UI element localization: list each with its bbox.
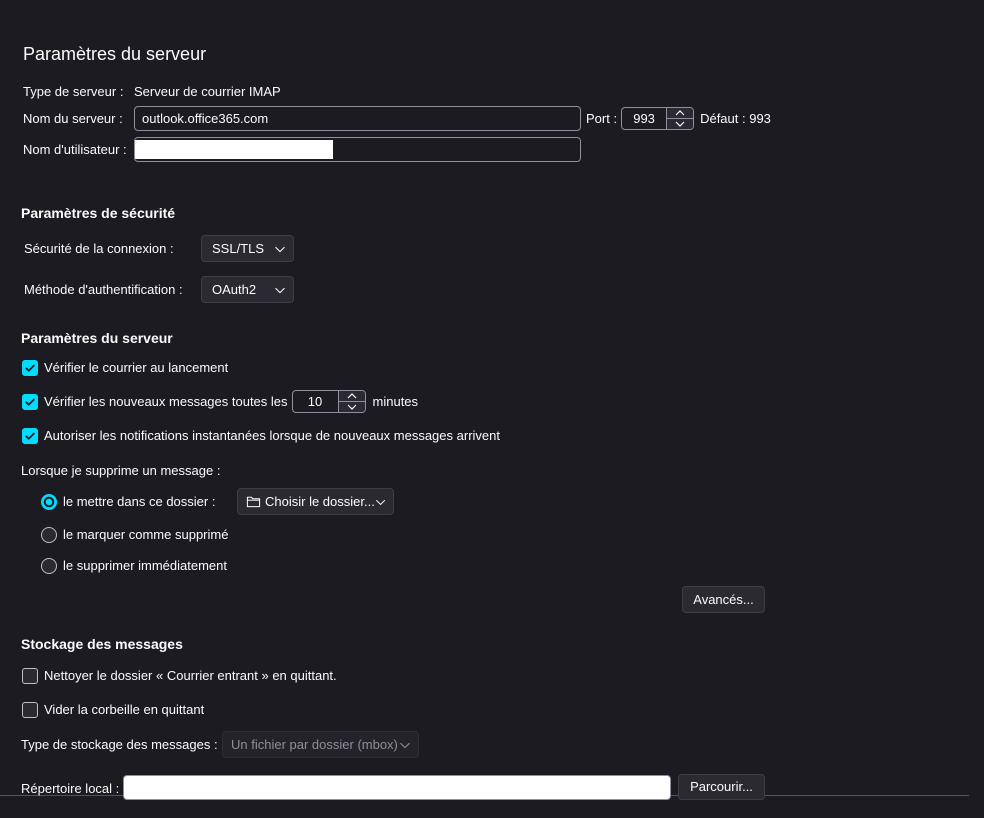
- chevron-down-icon: [375, 499, 385, 505]
- server-name-input[interactable]: outlook.office365.com: [134, 106, 581, 131]
- chevron-up-icon: [347, 393, 356, 399]
- default-port-label: Défaut : 993: [700, 110, 771, 126]
- server-type-row: Type de serveur : Serveur de courrier IM…: [23, 83, 281, 101]
- empty-trash-checkbox[interactable]: [22, 702, 38, 718]
- auth-method-value: OAuth2: [212, 281, 257, 297]
- username-label: Nom d'utilisateur :: [23, 141, 127, 157]
- checkmark-icon: [25, 432, 35, 440]
- advanced-button-label: Avancés...: [693, 591, 754, 607]
- security-heading: Paramètres de sécurité: [21, 205, 176, 221]
- delete-option-remove-label[interactable]: le supprimer immédiatement: [63, 557, 227, 575]
- port-decrement-button[interactable]: [667, 118, 694, 129]
- local-directory-input[interactable]: [123, 774, 671, 800]
- auth-method-dropdown[interactable]: OAuth2: [201, 276, 294, 303]
- delete-heading: Lorsque je supprime un message :: [21, 463, 221, 478]
- check-on-startup-label[interactable]: Vérifier le courrier au lancement: [44, 359, 228, 377]
- check-interval-spinbox[interactable]: 10: [291, 390, 366, 413]
- server-name-row: Nom du serveur : outlook.office365.com P…: [23, 106, 771, 131]
- delete-option-mark-label[interactable]: le marquer comme supprimé: [63, 526, 228, 544]
- port-spinbox[interactable]: 993: [621, 107, 695, 130]
- connection-security-row: Sécurité de la connexion : SSL/TLS: [24, 235, 294, 262]
- port-value[interactable]: 993: [622, 108, 666, 129]
- delete-heading-row: Lorsque je supprime un message :: [21, 462, 220, 480]
- check-interval-checkbox[interactable]: [22, 393, 38, 410]
- username-redaction: [135, 140, 333, 159]
- local-directory-row: Répertoire local : Parcourir...: [21, 774, 765, 800]
- checkmark-icon: [25, 398, 35, 406]
- local-directory-label: Répertoire local :: [21, 780, 120, 796]
- store-type-row: Type de stockage des messages : Un fichi…: [21, 731, 419, 758]
- delete-option-move-row: le mettre dans ce dossier : Choisir le d…: [41, 488, 394, 515]
- connection-security-dropdown[interactable]: SSL/TLS: [201, 235, 294, 262]
- port-spin-buttons: [666, 108, 694, 129]
- push-notifications-label[interactable]: Autoriser les notifications instantanées…: [44, 427, 500, 445]
- check-interval-value[interactable]: 10: [293, 391, 338, 412]
- chevron-down-icon: [275, 287, 285, 293]
- cleanup-inbox-label[interactable]: Nettoyer le dossier « Courrier entrant »…: [44, 667, 337, 685]
- delete-option-remove-row: le supprimer immédiatement: [41, 557, 227, 575]
- storage-heading: Stockage des messages: [21, 636, 183, 652]
- folder-icon: [246, 496, 261, 508]
- empty-trash-row: Vider la corbeille en quittant: [22, 701, 204, 719]
- check-interval-row: Vérifier les nouveaux messages toutes le…: [22, 390, 418, 413]
- connection-security-value: SSL/TLS: [212, 240, 265, 256]
- check-interval-decrement-button[interactable]: [338, 401, 365, 412]
- empty-trash-label[interactable]: Vider la corbeille en quittant: [44, 701, 204, 719]
- chevron-down-icon: [347, 404, 356, 410]
- server-settings-heading: Paramètres du serveur: [21, 330, 173, 346]
- browse-button-label: Parcourir...: [690, 779, 753, 794]
- folder-picker-button[interactable]: Choisir le dossier...: [237, 488, 394, 515]
- server-type-label: Type de serveur :: [23, 84, 124, 99]
- chevron-up-icon: [675, 110, 685, 116]
- auth-method-row: Méthode d'authentification : OAuth2: [24, 276, 294, 303]
- check-interval-increment-button[interactable]: [339, 391, 365, 401]
- chevron-down-icon: [675, 121, 685, 127]
- browse-button[interactable]: Parcourir...: [678, 774, 765, 800]
- advanced-button[interactable]: Avancés...: [682, 586, 765, 613]
- cleanup-inbox-checkbox[interactable]: [22, 668, 38, 684]
- store-type-dropdown: Un fichier par dossier (mbox): [222, 731, 419, 758]
- store-type-value: Un fichier par dossier (mbox): [231, 736, 398, 752]
- advanced-button-row: Avancés...: [682, 586, 765, 613]
- delete-option-remove-radio[interactable]: [41, 558, 57, 574]
- checkmark-icon: [25, 364, 35, 372]
- username-row: Nom d'utilisateur :: [23, 137, 581, 162]
- check-interval-spin-buttons: [337, 391, 365, 412]
- push-notifications-checkbox[interactable]: [22, 428, 38, 444]
- chevron-down-icon: [400, 742, 410, 748]
- chevron-down-icon: [275, 246, 285, 252]
- port-increment-button[interactable]: [667, 108, 693, 118]
- check-interval-label[interactable]: Vérifier les nouveaux messages toutes le…: [44, 393, 288, 411]
- delete-option-move-label[interactable]: le mettre dans ce dossier :: [63, 493, 237, 511]
- check-on-startup-row: Vérifier le courrier au lancement: [22, 359, 228, 377]
- auth-method-label: Méthode d'authentification :: [24, 281, 183, 297]
- folder-picker-content: Choisir le dossier...: [246, 493, 375, 511]
- server-name-value: outlook.office365.com: [142, 110, 269, 126]
- page-title: Paramètres du serveur: [23, 44, 207, 64]
- cleanup-inbox-row: Nettoyer le dossier « Courrier entrant »…: [22, 667, 337, 685]
- push-notifications-row: Autoriser les notifications instantanées…: [22, 427, 500, 445]
- server-name-label: Nom du serveur :: [23, 110, 123, 126]
- check-interval-unit: minutes: [372, 393, 419, 409]
- delete-option-mark-row: le marquer comme supprimé: [41, 526, 228, 544]
- delete-option-move-radio[interactable]: [41, 493, 57, 510]
- username-input[interactable]: [134, 137, 581, 162]
- delete-option-mark-radio[interactable]: [41, 527, 57, 543]
- connection-security-label: Sécurité de la connexion :: [24, 240, 174, 256]
- folder-picker-label: Choisir le dossier...: [265, 493, 375, 509]
- server-type-value: Serveur de courrier IMAP: [134, 84, 281, 99]
- check-on-startup-checkbox[interactable]: [22, 360, 38, 376]
- port-label: Port :: [586, 110, 618, 126]
- store-type-label: Type de stockage des messages :: [21, 736, 218, 752]
